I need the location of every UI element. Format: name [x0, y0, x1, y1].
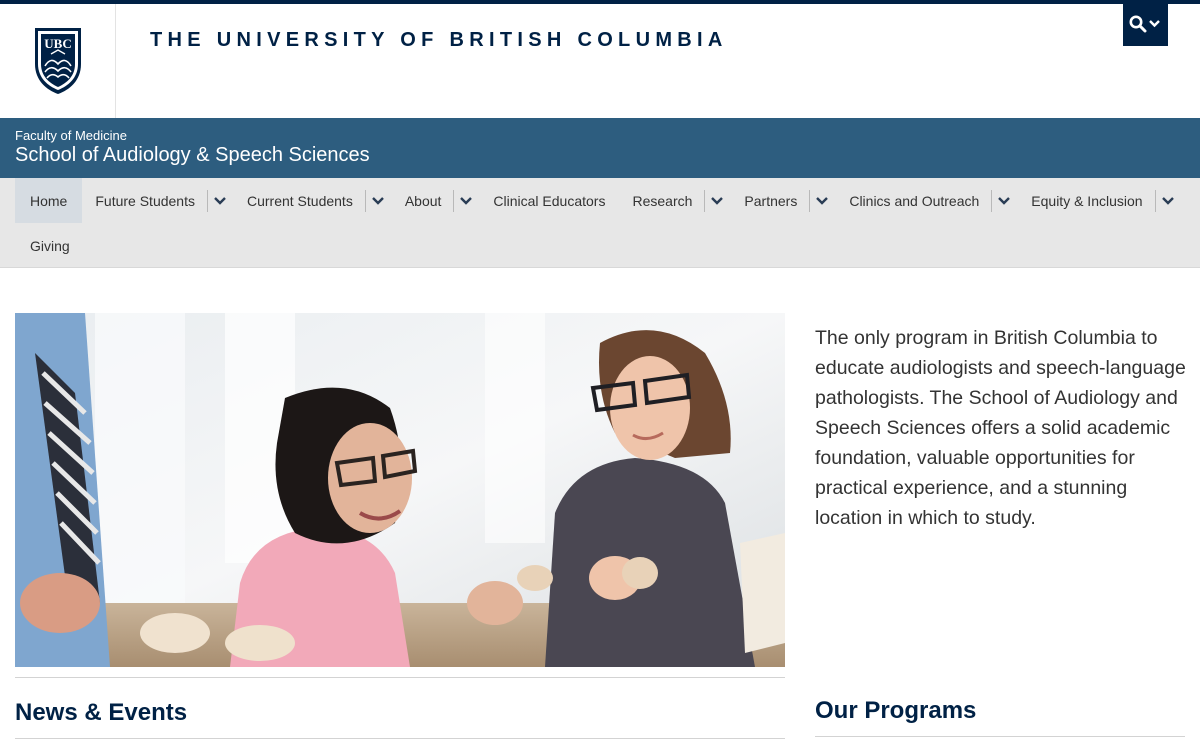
news-events-heading[interactable]: News & Events — [15, 699, 187, 727]
chevron-down-icon — [998, 196, 1011, 205]
nav-toggle-about[interactable] — [449, 178, 480, 223]
nav-separator — [704, 189, 706, 212]
chevron-down-icon — [371, 196, 384, 205]
chevron-down-icon — [816, 196, 829, 205]
faculty-name[interactable]: Faculty of Medicine — [15, 128, 127, 143]
nav-item-partners[interactable]: Partners — [731, 178, 805, 223]
divider — [815, 736, 1185, 737]
chevron-down-icon — [214, 196, 226, 205]
nav-toggle-partners[interactable] — [805, 178, 836, 223]
intro-text: The only program in British Columbia to … — [815, 327, 1186, 529]
nav-item-research[interactable]: Research — [619, 178, 700, 223]
nav-item-clinical-educators[interactable]: Clinical Educators — [480, 178, 619, 223]
nav-row-primary: Home Future Students Current Students Ab… — [15, 178, 1182, 223]
nav-item-home[interactable]: Home — [15, 178, 83, 223]
nav-toggle-equity-inclusion[interactable] — [1151, 178, 1182, 223]
nav-row-secondary: Giving — [15, 223, 84, 268]
svg-text:UBC: UBC — [44, 36, 71, 51]
nav-toggle-research[interactable] — [700, 178, 731, 223]
search-toggle-button[interactable] — [1123, 4, 1168, 46]
hero-photo — [15, 313, 785, 667]
nav-item-clinics-and-outreach[interactable]: Clinics and Outreach — [836, 178, 987, 223]
nav-separator — [991, 189, 993, 212]
our-programs-heading[interactable]: Our Programs — [815, 697, 976, 725]
ubc-crest-logo[interactable]: UBC — [33, 26, 83, 96]
nav-item-equity-inclusion[interactable]: Equity & Inclusion — [1018, 178, 1150, 223]
nav-item-about[interactable]: About — [392, 178, 450, 223]
nav-separator — [1154, 189, 1156, 212]
chevron-down-icon — [711, 196, 724, 205]
divider — [15, 738, 785, 739]
nav-separator — [206, 189, 208, 212]
chevron-down-icon — [460, 196, 473, 205]
school-name[interactable]: School of Audiology & Speech Sciences — [15, 144, 370, 167]
nav-item-giving[interactable]: Giving — [15, 223, 84, 268]
nav-separator — [364, 189, 366, 212]
unit-banner: Faculty of Medicine School of Audiology … — [0, 118, 1200, 178]
nav-toggle-clinics-and-outreach[interactable] — [987, 178, 1018, 223]
nav-separator — [453, 189, 455, 212]
main-navigation: Home Future Students Current Students Ab… — [0, 178, 1200, 268]
divider — [15, 677, 785, 678]
university-header: UBC THE UNIVERSITY OF BRITISH COLUMBIA — [0, 4, 1200, 118]
chevron-down-icon — [1161, 196, 1174, 205]
nav-item-future-students[interactable]: Future Students — [82, 178, 203, 223]
crest-container: UBC — [0, 4, 116, 118]
nav-item-current-students[interactable]: Current Students — [234, 178, 361, 223]
nav-toggle-future-students[interactable] — [203, 178, 234, 223]
hero-image — [15, 313, 785, 667]
nav-toggle-current-students[interactable] — [361, 178, 392, 223]
university-name[interactable]: THE UNIVERSITY OF BRITISH COLUMBIA — [150, 29, 728, 52]
nav-separator — [809, 189, 811, 212]
search-icon — [1129, 15, 1160, 33]
